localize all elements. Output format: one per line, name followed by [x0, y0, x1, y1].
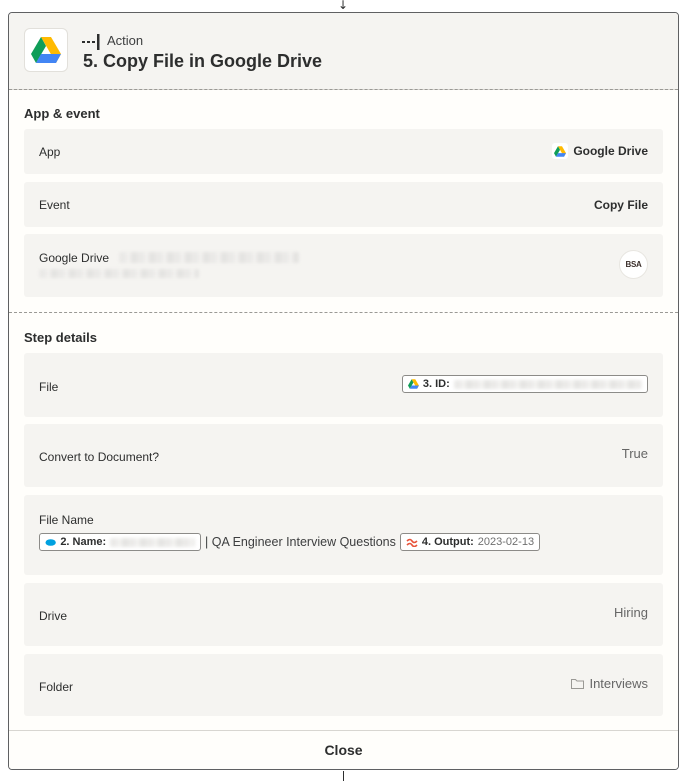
- google-drive-icon: [408, 379, 419, 389]
- account-row-label: Google Drive: [39, 251, 110, 265]
- formatter-icon: [406, 538, 418, 547]
- output-pill[interactable]: 4. Output: 2023-02-13: [399, 533, 541, 551]
- file-name-row[interactable]: File Name 2. Name: | QA Engineer Intervi…: [24, 495, 663, 575]
- file-id-pill-key: 3. ID:: [422, 378, 450, 390]
- folder-icon: [571, 679, 585, 689]
- folder-row[interactable]: Folder Interviews: [24, 654, 663, 716]
- convert-row-value: True: [621, 446, 648, 461]
- file-name-value: 2. Name: | QA Engineer Interview Questio…: [39, 533, 541, 551]
- folder-row-value: Interviews: [571, 676, 648, 691]
- section-divider: [9, 89, 678, 90]
- redacted-account-email: [119, 252, 299, 263]
- drive-row[interactable]: Drive Hiring: [24, 583, 663, 646]
- event-row-label: Event: [39, 198, 70, 212]
- app-name: Google Drive: [573, 144, 648, 158]
- folder-name: Interviews: [589, 676, 648, 691]
- salesforce-icon: [45, 538, 56, 546]
- file-id-pill[interactable]: 3. ID:: [402, 375, 648, 393]
- drive-row-label: Drive: [39, 609, 68, 623]
- convert-row[interactable]: Convert to Document? True: [24, 424, 663, 487]
- output-pill-key: 4. Output:: [421, 536, 474, 548]
- folder-row-label: Folder: [39, 680, 74, 694]
- section-divider: [9, 312, 678, 313]
- section-title-step-details: Step details: [24, 330, 97, 345]
- app-row-value: Google Drive: [552, 143, 648, 159]
- convert-row-label: Convert to Document?: [39, 450, 160, 464]
- event-row-value: Copy File: [593, 198, 648, 212]
- step-title: 5. Copy File in Google Drive: [83, 51, 323, 71]
- google-drive-icon: [24, 28, 68, 72]
- event-row[interactable]: Event Copy File: [24, 182, 663, 227]
- file-row[interactable]: File 3. ID:: [24, 353, 663, 417]
- drive-row-value: Hiring: [614, 605, 648, 620]
- app-row[interactable]: App Google Drive: [24, 129, 663, 174]
- step-type-label: Action: [107, 33, 144, 48]
- close-button[interactable]: Close: [304, 738, 382, 762]
- file-name-row-label: File Name: [39, 513, 94, 527]
- step-detail-panel: Action 5. Copy File in Google Drive App …: [8, 12, 679, 770]
- account-row[interactable]: Google Drive BSA: [24, 234, 663, 297]
- connector-line: [343, 771, 344, 781]
- section-title-app-event: App & event: [24, 106, 100, 121]
- panel-footer: Close: [9, 730, 678, 769]
- google-drive-icon: [552, 143, 569, 159]
- redacted-account-detail: [39, 269, 199, 278]
- redacted-file-id: [453, 379, 642, 389]
- step-header: Action 5. Copy File in Google Drive: [9, 13, 678, 90]
- redacted-name: [110, 537, 195, 547]
- account-avatar: BSA: [619, 250, 648, 279]
- name-pill[interactable]: 2. Name:: [39, 533, 201, 551]
- file-name-static-text: | QA Engineer Interview Questions: [205, 535, 396, 549]
- name-pill-key: 2. Name:: [60, 536, 107, 548]
- file-row-label: File: [39, 380, 59, 394]
- action-step-icon: [82, 34, 100, 50]
- arrow-down-icon: ↓: [337, 0, 349, 12]
- file-field: 3. ID:: [402, 375, 648, 394]
- app-row-label: App: [39, 145, 61, 159]
- output-pill-value: 2023-02-13: [477, 536, 535, 548]
